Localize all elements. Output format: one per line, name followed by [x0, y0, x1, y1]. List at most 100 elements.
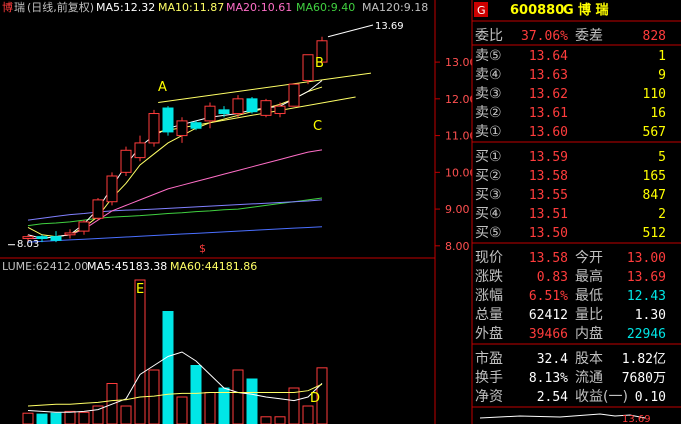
candle-body	[176, 120, 188, 137]
candle-body	[78, 221, 90, 232]
ma120-legend: MA120:9.18	[362, 1, 428, 14]
stat-value: 12.43	[627, 289, 666, 304]
bid-volume: 5	[658, 150, 666, 165]
bid-price: 13.58	[529, 169, 568, 184]
candle-body	[50, 236, 62, 241]
candle-body	[288, 83, 300, 107]
bid-price: 13.59	[529, 150, 568, 165]
trend-line-upper	[158, 72, 372, 104]
candle-body	[120, 149, 132, 173]
stock-tag: G	[563, 3, 574, 18]
volume-bar	[246, 378, 258, 424]
stat-label: 总量	[475, 307, 503, 323]
annotation-c: C	[313, 119, 322, 134]
bid-label: 买③	[475, 187, 502, 203]
weibi-label: 委比	[475, 28, 503, 44]
ask-price: 13.61	[529, 106, 568, 121]
fundamental-label: 流通	[575, 370, 603, 386]
volume-bar	[36, 413, 48, 424]
ask-label: 卖③	[475, 86, 502, 102]
volume-bar	[22, 412, 34, 424]
stat-value: 6.51%	[529, 289, 568, 304]
stat-label: 现价	[475, 250, 503, 266]
price-axis-label: 8.00	[445, 240, 470, 253]
stock-name-prefix: 博	[2, 1, 13, 14]
candle-body	[260, 100, 272, 116]
annotation-b: B	[315, 56, 324, 71]
candle-body	[190, 122, 202, 129]
mini-high-label: 13.69	[622, 414, 651, 424]
ask-volume: 110	[643, 87, 666, 102]
stat-value: 39466	[529, 327, 568, 342]
ask-price: 13.60	[529, 125, 568, 140]
bid-volume: 165	[643, 169, 666, 184]
fundamental-label: 净资	[475, 389, 503, 405]
fundamental-value: 8.13%	[529, 371, 568, 386]
annotation-a: A	[158, 80, 167, 95]
stat-label: 涨幅	[475, 288, 503, 304]
stock-chart-canvas[interactable]: 博 瑞 (日线,前复权) MA5:12.32 MA10:11.87 MA20:1…	[0, 0, 681, 424]
fundamental-label: 股本	[575, 351, 603, 367]
stat-value: 13.58	[529, 251, 568, 266]
volume-bar	[302, 405, 314, 424]
candle-body	[232, 98, 244, 115]
stat-label: 内盘	[575, 325, 603, 342]
stat-value: 0.83	[537, 270, 568, 285]
bid-price: 13.51	[529, 207, 568, 222]
ask-volume: 1	[658, 49, 666, 64]
stat-value: 13.00	[627, 251, 666, 266]
ask-price: 13.62	[529, 87, 568, 102]
bid-label: 买⑤	[475, 225, 502, 241]
bid-volume: 847	[643, 188, 666, 203]
volume-panel[interactable]	[22, 279, 328, 424]
ask-price: 13.63	[529, 68, 568, 83]
ma20-line	[28, 149, 323, 239]
bid-label: 买④	[475, 206, 502, 222]
stat-label: 最低	[575, 288, 603, 304]
volume-ma5-legend: MA5:45183.38	[87, 260, 167, 273]
ask-volume: 567	[643, 125, 666, 140]
volume-legend: LUME:62412.00	[2, 260, 88, 273]
stock-name: 博 瑞	[578, 2, 609, 18]
candle-body	[134, 142, 146, 159]
ma60-trace-line	[27, 199, 323, 221]
candle-body	[274, 105, 286, 115]
stat-label: 外盘	[475, 325, 503, 342]
bid-label: 买②	[475, 168, 502, 184]
stock-code: 600880	[510, 3, 564, 18]
volume-bar	[274, 416, 286, 424]
volume-bar	[176, 396, 188, 424]
weicha-label: 委差	[575, 28, 603, 44]
stat-value: 22946	[627, 327, 666, 342]
stat-value: 13.69	[627, 270, 666, 285]
price-panel[interactable]	[0, 0, 436, 424]
candle-body	[246, 98, 258, 113]
volume-bar	[134, 279, 146, 424]
bid-label: 买①	[475, 149, 502, 165]
ask-volume: 16	[650, 106, 666, 121]
ask-label: 卖⑤	[475, 48, 502, 64]
stat-value: 1.30	[635, 308, 666, 323]
fundamental-label: 收益(一)	[575, 389, 628, 405]
volume-bar	[218, 387, 230, 424]
market-badge-label: G	[477, 4, 486, 17]
weicha-value: 828	[643, 29, 666, 44]
ma10-legend: MA10:11.87	[158, 1, 224, 14]
ask-price: 13.64	[529, 49, 568, 64]
fundamental-value: 7680万	[622, 371, 666, 386]
high-price-label: 13.69	[375, 21, 404, 32]
annotation-d: D	[310, 391, 320, 406]
stat-label: 涨跌	[475, 269, 503, 285]
ma60-legend: MA60:9.40	[296, 1, 355, 14]
ma20-legend: MA20:10.61	[226, 1, 292, 14]
fundamental-value: 32.4	[537, 352, 568, 367]
volume-bar	[50, 412, 62, 424]
volume-ma60-line	[27, 383, 323, 407]
candle-body	[218, 109, 230, 115]
bid-volume: 512	[643, 226, 666, 241]
stat-label: 最高	[575, 268, 603, 285]
candle-body	[302, 54, 314, 81]
candle-body	[148, 113, 160, 144]
candle-body	[92, 199, 104, 219]
quote-panel: G 600880G 博 瑞委比 37.06% 委差 828卖⑤ 13.64 1卖④ 13.63 9…	[471, 0, 681, 424]
